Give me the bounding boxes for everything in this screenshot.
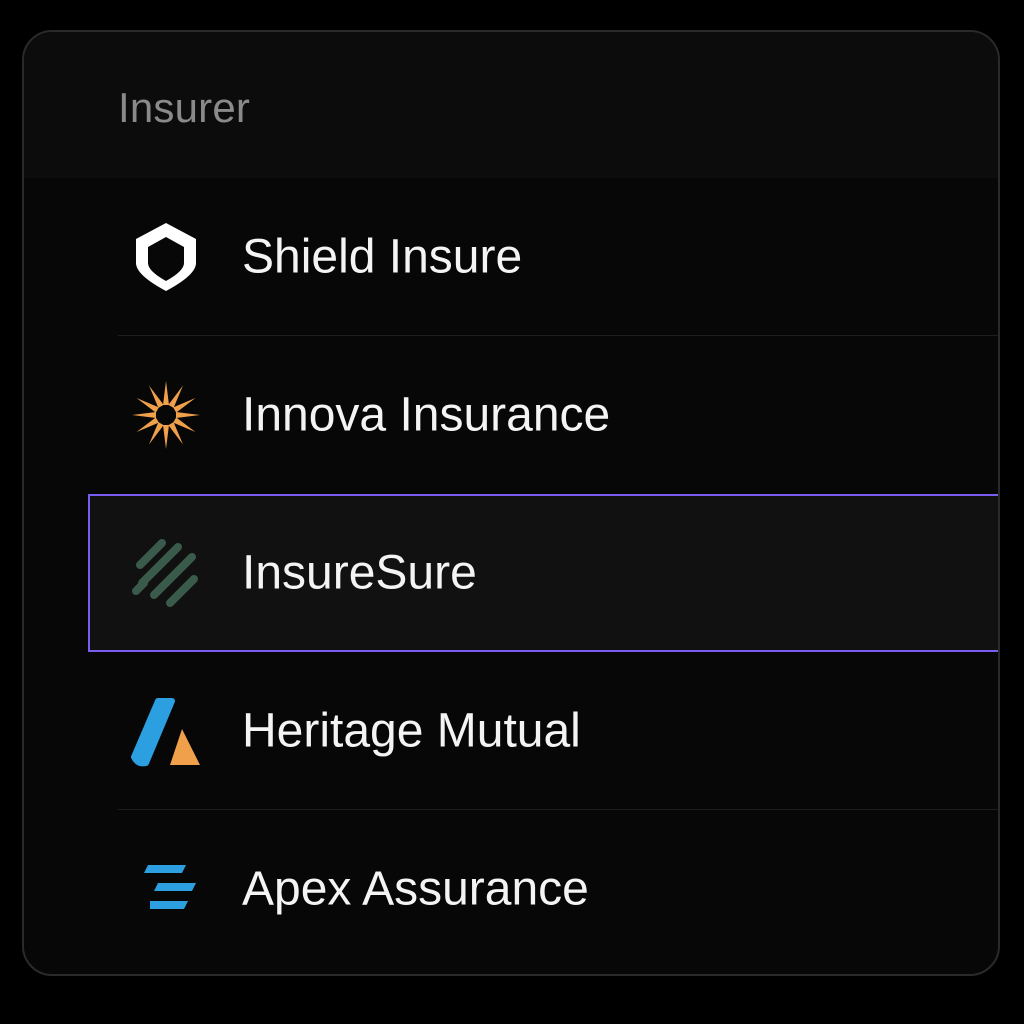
option-label: Apex Assurance	[242, 862, 589, 916]
option-label: Innova Insurance	[242, 388, 611, 442]
sunburst-icon	[128, 377, 204, 453]
slanted-stripes-icon	[128, 535, 204, 611]
option-innova-insurance[interactable]: Innova Insurance	[118, 336, 998, 494]
mountain-a-icon	[128, 693, 204, 769]
speed-lines-icon	[128, 851, 204, 927]
option-label: InsureSure	[242, 546, 477, 600]
option-apex-assurance[interactable]: Apex Assurance	[118, 810, 998, 968]
dropdown-header-label: Insurer	[118, 84, 251, 131]
option-heritage-mutual[interactable]: Heritage Mutual	[118, 652, 998, 810]
dropdown-header: Insurer	[24, 32, 998, 178]
insurer-dropdown-panel: Insurer Shield Insure Innova Insurance I…	[22, 30, 1000, 976]
option-label: Shield Insure	[242, 230, 523, 284]
option-insuresure[interactable]: InsureSure	[88, 494, 998, 652]
option-shield-insure[interactable]: Shield Insure	[118, 178, 998, 336]
shield-icon	[128, 219, 204, 295]
option-label: Heritage Mutual	[242, 704, 581, 758]
